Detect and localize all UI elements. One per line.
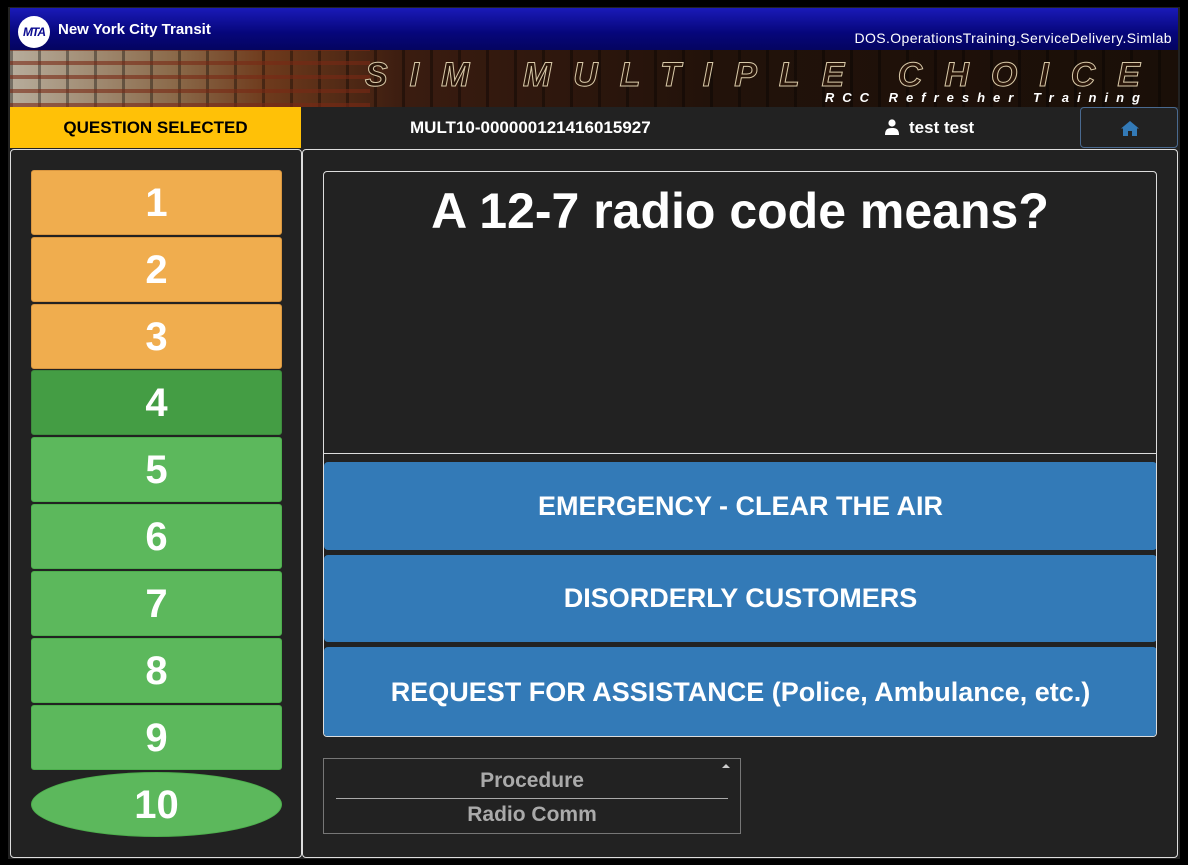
user-icon	[885, 118, 899, 135]
status-bar: QUESTION SELECTED MULT10-000000121416015…	[10, 107, 1178, 148]
answer-option-1[interactable]: EMERGENCY - CLEAR THE AIR	[324, 462, 1156, 550]
user-name: test test	[909, 118, 975, 137]
category-tags: Procedure Radio Comm	[323, 758, 741, 834]
question-button-1[interactable]: 1	[31, 170, 282, 235]
question-button-5[interactable]: 5	[31, 437, 282, 502]
home-button[interactable]	[1080, 107, 1178, 148]
answer-option-2[interactable]: DISORDERLY CUSTOMERS	[324, 555, 1156, 642]
question-button-8[interactable]: 8	[31, 638, 282, 703]
question-button-7[interactable]: 7	[31, 571, 282, 636]
banner-subtitle: RCC Refresher Training	[824, 90, 1148, 105]
divider	[324, 453, 1156, 454]
question-panel: A 12-7 radio code means? EMERGENCY - CLE…	[302, 149, 1178, 858]
question-button-2[interactable]: 2	[31, 237, 282, 302]
tag-divider	[336, 798, 728, 799]
question-button-6[interactable]: 6	[31, 504, 282, 569]
banner-image	[10, 50, 370, 107]
header-bar: MTA New York City Transit DOS.Operations…	[10, 8, 1178, 50]
app-path: DOS.OperationsTraining.ServiceDelivery.S…	[854, 30, 1172, 46]
category-label: Procedure	[480, 769, 584, 792]
question-button-10[interactable]: 10	[31, 772, 282, 837]
agency-name: New York City Transit	[58, 21, 211, 38]
home-icon	[1121, 121, 1139, 136]
question-text: A 12-7 radio code means?	[431, 183, 1049, 239]
mta-logo: MTA	[18, 16, 50, 48]
question-button-3[interactable]: 3	[31, 304, 282, 369]
caret-up-icon	[722, 764, 730, 768]
question-selected-badge: QUESTION SELECTED	[10, 107, 301, 148]
session-id: MULT10-000000121416015927	[410, 118, 651, 137]
question-card: A 12-7 radio code means? EMERGENCY - CLE…	[323, 171, 1157, 737]
user-info: test test	[885, 107, 974, 148]
subcategory-label: Radio Comm	[467, 803, 597, 826]
question-button-4[interactable]: 4	[31, 370, 282, 435]
question-nav: 1 2 3 4 5 6 7 8 9 10	[10, 149, 302, 858]
banner: SIM MULTIPLE CHOICE RCC Refresher Traini…	[10, 50, 1178, 107]
question-button-9[interactable]: 9	[31, 705, 282, 770]
answer-option-3[interactable]: REQUEST FOR ASSISTANCE (Police, Ambulanc…	[324, 647, 1156, 736]
